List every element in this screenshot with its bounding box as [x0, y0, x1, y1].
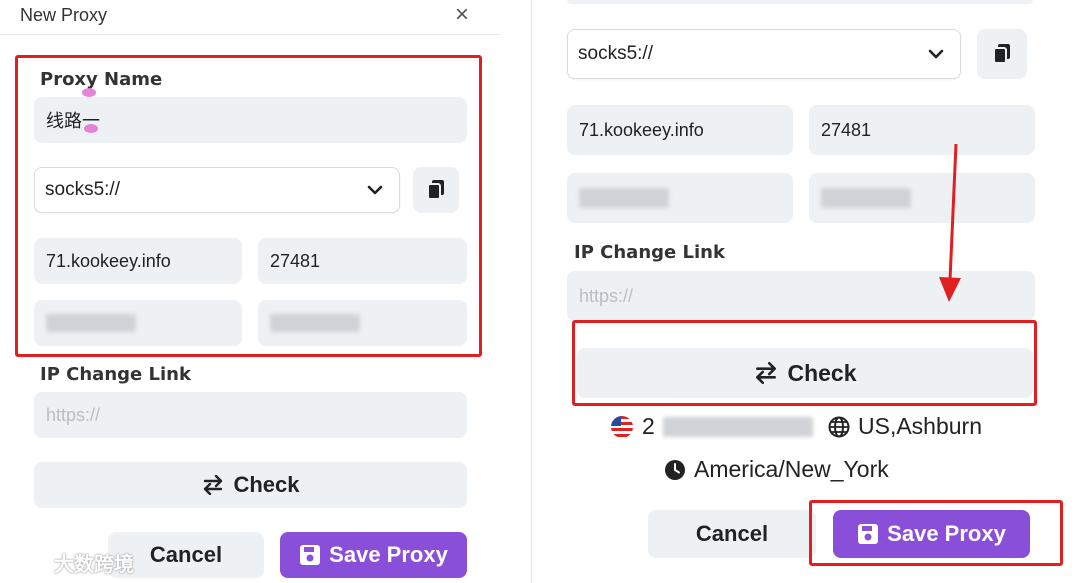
ip-change-input[interactable]: https://	[34, 392, 467, 438]
timezone-result: America/New_York	[664, 456, 889, 483]
ip-change-placeholder: https://	[46, 404, 101, 425]
cancel-button[interactable]: Cancel	[648, 510, 816, 558]
globe-icon	[828, 416, 850, 437]
watermark: 大数跨境	[8, 548, 134, 577]
save-icon	[300, 545, 321, 565]
title-divider	[0, 34, 500, 35]
timezone-value: America/New_York	[694, 456, 889, 482]
host-value: 71.kookeey.info	[579, 119, 704, 140]
red-arrow-annotation	[939, 143, 961, 302]
blurred-username	[579, 188, 669, 208]
check-button[interactable]: Check	[34, 462, 467, 508]
copy-button[interactable]	[977, 29, 1027, 79]
watermark-text: 大数跨境	[54, 554, 134, 576]
copy-icon	[993, 44, 1010, 64]
ip-result: 2	[610, 413, 813, 440]
close-icon[interactable]: ×	[455, 2, 469, 28]
chevron-down-icon	[928, 49, 944, 59]
watermark-logo-icon	[8, 553, 47, 572]
cut-off-field	[567, 0, 1033, 4]
blurred-password	[821, 188, 911, 208]
port-input[interactable]: 27481	[809, 105, 1035, 155]
panel-gap	[500, 0, 531, 583]
blurred-ip	[662, 416, 813, 437]
location-result: US,Ashburn	[828, 413, 982, 440]
highlight-box	[572, 320, 1037, 406]
ip-change-label: IP Change Link	[574, 242, 725, 263]
protocol-select[interactable]: socks5://	[567, 29, 961, 79]
swap-arrows-icon	[204, 475, 223, 495]
cancel-label: Cancel	[695, 521, 769, 546]
save-label: Save Proxy	[329, 542, 448, 567]
highlight-box	[809, 500, 1063, 566]
password-input[interactable]	[809, 173, 1035, 223]
ip-change-label: IP Change Link	[40, 364, 191, 385]
highlight-box	[15, 55, 482, 357]
username-input[interactable]	[567, 173, 793, 223]
cancel-label: Cancel	[149, 542, 223, 567]
clock-icon	[665, 459, 685, 480]
port-value: 27481	[821, 119, 872, 140]
ip-change-placeholder: https://	[579, 285, 634, 306]
save-proxy-button[interactable]: Save Proxy	[280, 532, 467, 578]
location-value: US,Ashburn	[858, 413, 983, 439]
check-label: Check	[233, 472, 300, 497]
us-flag-icon	[611, 415, 633, 438]
protocol-value: socks5://	[578, 43, 653, 64]
ip-prefix: 2	[642, 413, 655, 439]
host-input[interactable]: 71.kookeey.info	[567, 105, 793, 155]
dialog-title: New Proxy	[20, 5, 108, 25]
